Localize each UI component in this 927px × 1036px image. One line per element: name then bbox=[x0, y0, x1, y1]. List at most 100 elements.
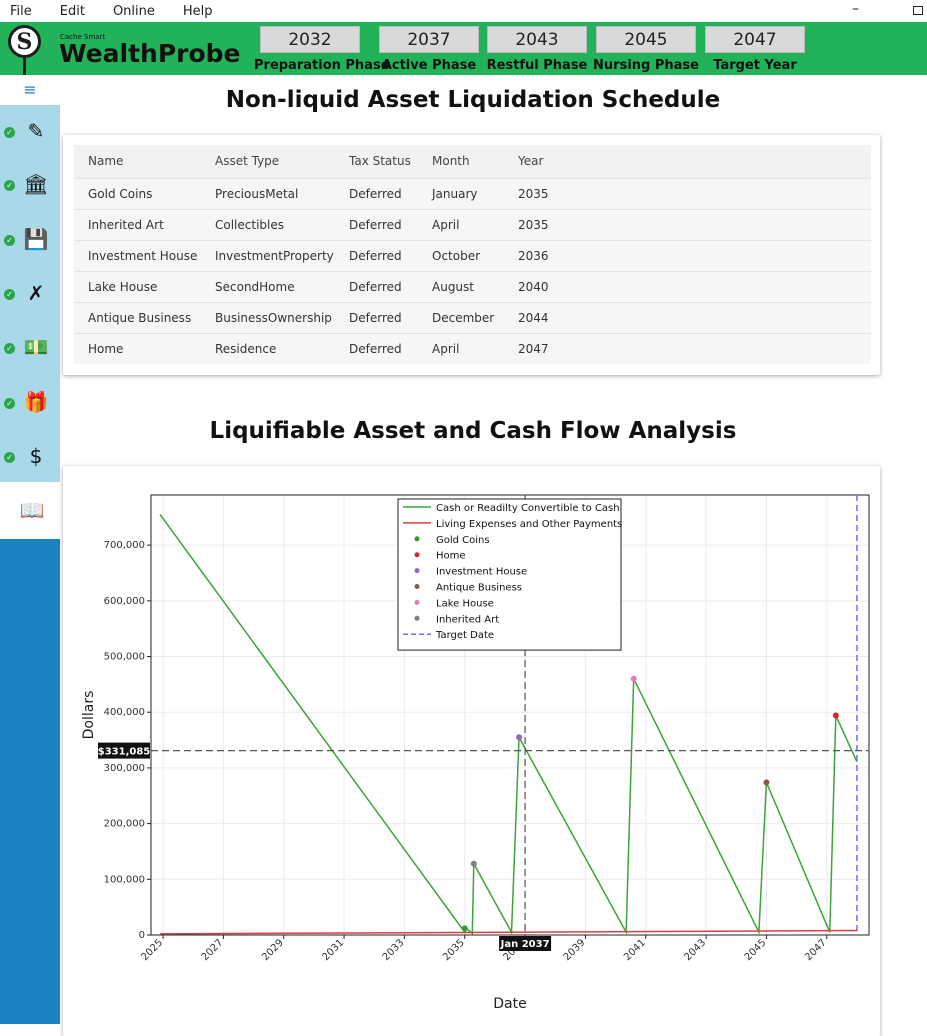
phase-active[interactable]: 2037 Active Phase bbox=[373, 26, 485, 73]
minimize-button[interactable]: – bbox=[852, 1, 859, 17]
phase-year[interactable]: 2032 bbox=[260, 26, 360, 53]
x-tick-label: 2041 bbox=[622, 937, 648, 963]
legend-swatch-inherited-art bbox=[414, 615, 420, 621]
legend-label-cash-or-readilty-convertible-to-cash: Cash or Readilty Convertible to Cash bbox=[436, 503, 620, 514]
legend-label-investment-house: Investment House bbox=[436, 567, 527, 578]
menu-file[interactable]: File bbox=[0, 4, 32, 19]
x-tick-label: 2025 bbox=[139, 937, 165, 963]
check-icon: ✓ bbox=[4, 343, 15, 354]
cell-asset-type: SecondHome bbox=[201, 270, 335, 302]
sidebar-item-gifts[interactable]: ✓ 🎁 bbox=[0, 384, 60, 424]
y-tick-label: 0 bbox=[139, 930, 145, 941]
phase-label: Nursing Phase bbox=[593, 58, 699, 73]
sidebar-item-report[interactable]: 📖 bbox=[0, 482, 60, 539]
column-header-year[interactable]: Year bbox=[504, 145, 871, 178]
expenses-series-line bbox=[160, 929, 857, 935]
sidebar-item-income[interactable]: ✓ 💵 bbox=[0, 329, 60, 369]
phase-preparation[interactable]: 2032 Preparation Phase bbox=[254, 26, 390, 73]
analysis-title: Liquifiable Asset and Cash Flow Analysis bbox=[209, 418, 737, 444]
phase-restful[interactable]: 2043 Restful Phase bbox=[481, 26, 593, 73]
table-row[interactable]: Investment House InvestmentProperty Defe… bbox=[74, 239, 871, 271]
cell-tax-status: Deferred bbox=[335, 177, 418, 209]
cell-asset-type: InvestmentProperty bbox=[201, 239, 335, 271]
check-icon: ✓ bbox=[4, 180, 15, 191]
table-row[interactable]: Lake House SecondHome Deferred August 20… bbox=[74, 270, 871, 302]
cell-month: January bbox=[418, 177, 504, 209]
table-row[interactable]: Gold Coins PreciousMetal Deferred Januar… bbox=[74, 177, 871, 209]
cell-asset-type: PreciousMetal bbox=[201, 177, 335, 209]
phase-label: Restful Phase bbox=[486, 58, 588, 73]
brand-name: WealthProbe bbox=[59, 39, 241, 68]
sidebar-item-profile[interactable]: ✓ ✎ bbox=[0, 113, 60, 153]
cash-flow-chart[interactable]: 0 100,000 200,000 300,000 400,000 500,000 600,… bbox=[63, 466, 880, 1036]
legend-label-antique-business: Antique Business bbox=[436, 583, 522, 594]
crosshair-y-label: $331,085 bbox=[98, 747, 151, 758]
legend-swatch-investment-house bbox=[414, 568, 420, 574]
sidebar-item-route[interactable]: ✓ ✗ bbox=[0, 275, 60, 315]
x-axis-label: Date bbox=[493, 996, 526, 1012]
column-header-tax-status[interactable]: Tax Status bbox=[335, 145, 418, 178]
x-tick-label: 2033 bbox=[381, 937, 407, 963]
table-row[interactable]: Inherited Art Collectibles Deferred Apri… bbox=[74, 208, 871, 240]
y-tick-label: 300,000 bbox=[104, 763, 145, 774]
menu-help[interactable]: Help bbox=[173, 4, 213, 19]
person-edit-icon: ✎ bbox=[27, 119, 45, 143]
phase-year[interactable]: 2043 bbox=[487, 26, 587, 53]
x-tick-label: 2029 bbox=[260, 937, 286, 963]
phase-year[interactable]: 2045 bbox=[596, 26, 696, 53]
phase-label: Active Phase bbox=[381, 58, 477, 73]
schedule-card: Name Asset Type Tax Status Month Year Go… bbox=[63, 135, 880, 375]
event-point-antique-business bbox=[763, 779, 770, 786]
event-point-lake-house bbox=[630, 675, 637, 682]
column-header-asset-type[interactable]: Asset Type bbox=[201, 145, 335, 178]
route-cancel-icon: ✗ bbox=[27, 281, 45, 305]
chart-card: 0 100,000 200,000 300,000 400,000 500,000 600,… bbox=[63, 466, 880, 1036]
phase-nursing[interactable]: 2045 Nursing Phase bbox=[590, 26, 702, 73]
menu-edit[interactable]: Edit bbox=[50, 4, 85, 19]
gift-icon: 🎁 bbox=[23, 390, 49, 414]
sidebar: ≡ ✓ ✎ ✓ 🏛 ✓ 💾 ✓ ✗ ✓ 💵 ✓ 🎁 ✓ $ 📖 bbox=[0, 75, 60, 1024]
cell-month: December bbox=[418, 301, 504, 333]
phase-year[interactable]: 2037 bbox=[379, 26, 479, 53]
event-point-investment-house bbox=[516, 734, 523, 741]
app-header: S Cache Smart WealthProbe 2032 Preparati… bbox=[0, 22, 927, 76]
sidebar-item-bank[interactable]: ✓ 🏛 bbox=[0, 166, 60, 206]
cell-tax-status: Deferred bbox=[335, 332, 418, 364]
hamburger-menu-icon[interactable]: ≡ bbox=[0, 75, 60, 105]
menu-online[interactable]: Online bbox=[103, 4, 155, 19]
legend-swatch-home bbox=[414, 552, 420, 558]
legend-swatch-lake-house bbox=[414, 599, 420, 605]
check-icon: ✓ bbox=[4, 398, 15, 409]
no-money-icon: $ bbox=[29, 444, 43, 468]
phase-year[interactable]: 2047 bbox=[705, 26, 805, 53]
cell-name: Lake House bbox=[74, 270, 201, 302]
table-row[interactable]: Antique Business BusinessOwnership Defer… bbox=[74, 301, 871, 333]
check-icon: ✓ bbox=[4, 127, 15, 138]
y-tick-label: 500,000 bbox=[104, 652, 145, 663]
cell-year: 2040 bbox=[504, 270, 871, 302]
cell-asset-type: BusinessOwnership bbox=[201, 301, 335, 333]
legend-label-living-expenses-and-other-payments: Living Expenses and Other Payments bbox=[436, 519, 622, 530]
x-tick-label: 2039 bbox=[562, 937, 588, 963]
column-header-month[interactable]: Month bbox=[418, 145, 504, 178]
sidebar-item-expenses[interactable]: ✓ $ bbox=[0, 438, 60, 478]
phase-target[interactable]: 2047 Target Year bbox=[699, 26, 811, 73]
y-tick-label: 600,000 bbox=[104, 596, 145, 607]
cell-asset-type: Collectibles bbox=[201, 208, 335, 240]
cell-month: April bbox=[418, 208, 504, 240]
banknote-icon: 💵 bbox=[23, 335, 49, 359]
column-header-name[interactable]: Name bbox=[74, 145, 201, 178]
cell-month: August bbox=[418, 270, 504, 302]
cell-month: October bbox=[418, 239, 504, 271]
y-tick-label: 200,000 bbox=[104, 819, 145, 830]
cell-name: Investment House bbox=[74, 239, 201, 271]
y-tick-label: 700,000 bbox=[104, 540, 145, 551]
event-point-home bbox=[832, 712, 839, 719]
x-tick-label: 2043 bbox=[682, 937, 708, 963]
sidebar-item-savings[interactable]: ✓ 💾 bbox=[0, 221, 60, 261]
y-tick-label: 100,000 bbox=[104, 874, 145, 885]
cell-tax-status: Deferred bbox=[335, 208, 418, 240]
table-row[interactable]: Home Residence Deferred April 2047 bbox=[74, 332, 871, 364]
cell-year: 2047 bbox=[504, 332, 871, 364]
maximize-icon[interactable] bbox=[913, 6, 923, 15]
